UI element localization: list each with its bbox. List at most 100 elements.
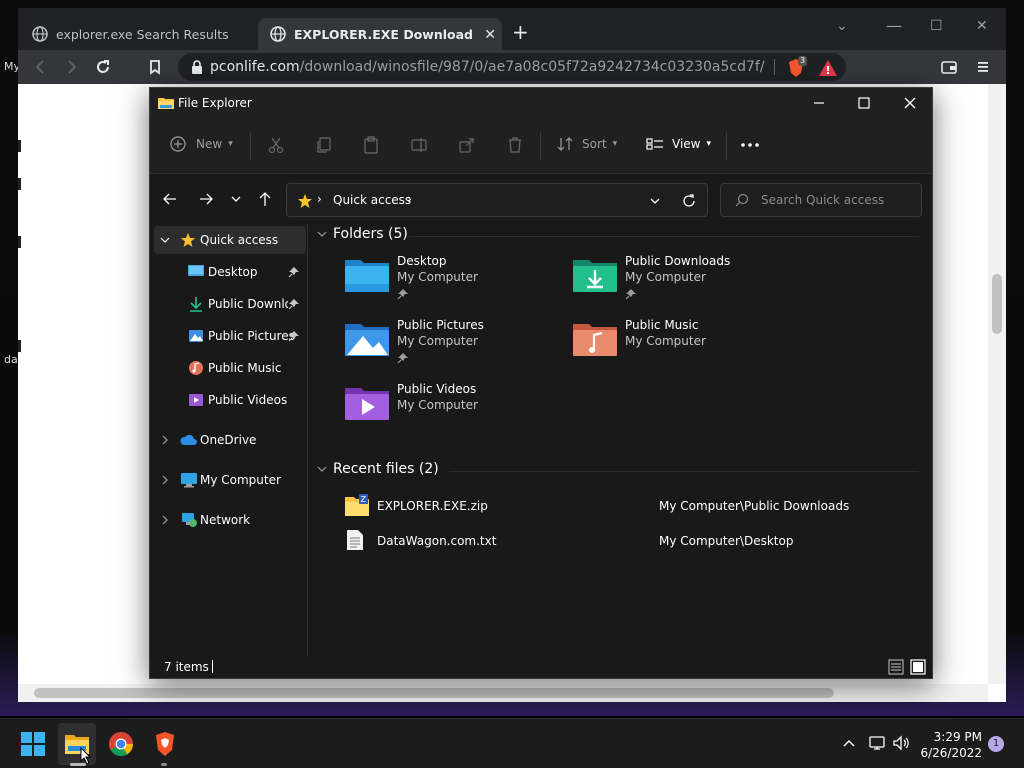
- chrome-icon[interactable]: [108, 731, 134, 757]
- recent-file-row[interactable]: Z EXPLORER.EXE.zip My Computer\Public Do…: [339, 491, 899, 521]
- tiles-view-icon[interactable]: [910, 659, 926, 675]
- back-arrow-icon[interactable]: [162, 192, 178, 206]
- browser-tab-strip: explorer.exe Search Results EXPLORER.EXE…: [18, 8, 1006, 50]
- address-dropdown-icon[interactable]: [649, 196, 661, 206]
- nav-item-onedrive[interactable]: OneDrive: [154, 426, 306, 454]
- view-button[interactable]: View ▾: [646, 136, 711, 152]
- zip-file-icon: Z: [345, 494, 369, 516]
- brave-browser-icon[interactable]: [152, 731, 178, 757]
- menu-icon[interactable]: [976, 58, 990, 76]
- bookmark-icon[interactable]: [146, 58, 164, 76]
- browser-tab-active[interactable]: EXPLORER.EXE Download & Fix For ✕: [258, 18, 502, 50]
- command-bar: New ▾ Sort ▾ View ▾: [150, 118, 932, 174]
- minimize-icon[interactable]: —: [886, 16, 902, 35]
- explorer-address-bar[interactable]: › Quick access ›: [286, 183, 708, 217]
- recent-file-row[interactable]: DataWagon.com.txt My Computer\Desktop: [339, 526, 899, 556]
- new-button[interactable]: New ▾: [170, 136, 233, 152]
- folder-name: Public Music: [625, 318, 699, 332]
- search-placeholder: Search Quick access: [761, 193, 885, 207]
- show-hidden-icons-chevron-icon[interactable]: [842, 737, 856, 749]
- nav-item-public-videos[interactable]: Public Videos: [154, 386, 306, 414]
- wallet-icon[interactable]: [940, 58, 958, 76]
- refresh-icon[interactable]: [681, 193, 697, 209]
- status-bar: 7 items: [150, 656, 932, 678]
- chevron-right-icon[interactable]: [160, 515, 170, 525]
- tab-search-icon[interactable]: ⌄: [836, 18, 848, 34]
- mouse-cursor-icon: [80, 747, 92, 765]
- nav-item-desktop[interactable]: Desktop: [154, 258, 306, 286]
- chevron-right-icon[interactable]: [160, 475, 170, 485]
- maximize-icon[interactable]: [849, 92, 879, 114]
- browser-tab[interactable]: explorer.exe Search Results: [20, 18, 256, 50]
- copy-icon[interactable]: [315, 136, 333, 154]
- taskbar-clock[interactable]: 3:29 PM 6/26/2022: [910, 729, 982, 761]
- nav-item-public-pictures[interactable]: Public Pictures: [154, 322, 306, 350]
- chevron-down-icon: ▾: [706, 139, 712, 149]
- nav-item-my-computer[interactable]: My Computer: [154, 466, 306, 494]
- chevron-right-icon[interactable]: [160, 435, 170, 445]
- nav-label: Quick access: [200, 233, 279, 247]
- plus-circle-icon: [170, 136, 186, 152]
- folder-tile-public-videos[interactable]: Public Videos My Computer: [345, 382, 565, 440]
- cut-icon[interactable]: [267, 136, 285, 154]
- scrollbar-thumb[interactable]: [992, 274, 1002, 334]
- up-arrow-icon[interactable]: [258, 191, 272, 207]
- nav-item-public-music[interactable]: Public Music: [154, 354, 306, 382]
- maximize-icon[interactable]: ☐: [930, 18, 943, 34]
- page-horizontal-scrollbar[interactable]: [18, 684, 988, 702]
- folder-tile-desktop[interactable]: Desktop My Computer: [345, 254, 565, 312]
- forward-arrow-icon[interactable]: [198, 192, 214, 206]
- search-input[interactable]: Search Quick access: [720, 183, 922, 217]
- page-text-fragment: [18, 178, 21, 190]
- nav-item-public-downloads[interactable]: Public Downloads: [154, 290, 306, 318]
- explorer-title: File Explorer: [178, 96, 252, 110]
- desktop-icon: [188, 265, 204, 276]
- page-vertical-scrollbar[interactable]: [988, 84, 1006, 684]
- recent-section-header[interactable]: Recent files (2): [317, 461, 439, 477]
- notification-badge[interactable]: 1: [988, 736, 1004, 752]
- chevron-down-icon[interactable]: [317, 464, 327, 474]
- address-bar[interactable]: pconlife.com/download/winosfile/987/0/ae…: [178, 53, 846, 81]
- chevron-down-icon[interactable]: [160, 235, 170, 245]
- new-tab-button[interactable]: +: [512, 22, 529, 42]
- forward-icon[interactable]: [62, 58, 80, 76]
- details-view-icon[interactable]: [888, 659, 904, 675]
- scrollbar-thumb[interactable]: [34, 688, 834, 698]
- nav-label: My Computer: [200, 473, 281, 487]
- folder-tile-public-music[interactable]: Public Music My Computer: [573, 318, 793, 376]
- delete-icon[interactable]: [506, 136, 524, 154]
- network-status-icon[interactable]: [868, 735, 888, 751]
- chevron-down-icon[interactable]: [317, 229, 327, 239]
- pin-icon: [288, 267, 299, 278]
- folder-tile-public-pictures[interactable]: Public Pictures My Computer: [345, 318, 565, 376]
- public-music-folder-icon: [573, 320, 617, 358]
- recent-file-location: My Computer\Desktop: [659, 534, 794, 548]
- explorer-title-bar[interactable]: File Explorer: [150, 88, 932, 118]
- sort-button[interactable]: Sort ▾: [556, 136, 617, 152]
- text-file-icon: [347, 530, 363, 550]
- back-icon[interactable]: [32, 58, 50, 76]
- reload-icon[interactable]: [94, 58, 112, 76]
- folder-tile-public-downloads[interactable]: Public Downloads My Computer: [573, 254, 793, 312]
- close-icon[interactable]: ✕: [976, 18, 988, 34]
- lock-icon: [192, 60, 202, 74]
- recent-locations-chevron-icon[interactable]: [230, 194, 242, 204]
- network-icon: [182, 513, 197, 527]
- folders-section-header[interactable]: Folders (5): [317, 226, 408, 242]
- paste-icon[interactable]: [362, 136, 380, 154]
- close-tab-icon[interactable]: ✕: [484, 27, 496, 43]
- minimize-icon[interactable]: [804, 92, 834, 114]
- more-options-icon[interactable]: [740, 142, 760, 148]
- toolbar-divider: [774, 59, 775, 75]
- folder-location: My Computer: [397, 398, 478, 412]
- close-icon[interactable]: [895, 92, 925, 114]
- brave-rewards-icon[interactable]: [818, 58, 838, 78]
- nav-item-network[interactable]: Network: [154, 506, 306, 534]
- nav-item-quick-access[interactable]: Quick access: [154, 226, 306, 254]
- rename-icon[interactable]: [410, 136, 428, 154]
- share-icon[interactable]: [458, 136, 476, 154]
- breadcrumb-quick-access[interactable]: Quick access: [333, 193, 411, 207]
- volume-icon[interactable]: [892, 735, 912, 751]
- windows-start-icon[interactable]: [20, 731, 46, 757]
- recent-header-label: Recent files (2): [333, 461, 439, 477]
